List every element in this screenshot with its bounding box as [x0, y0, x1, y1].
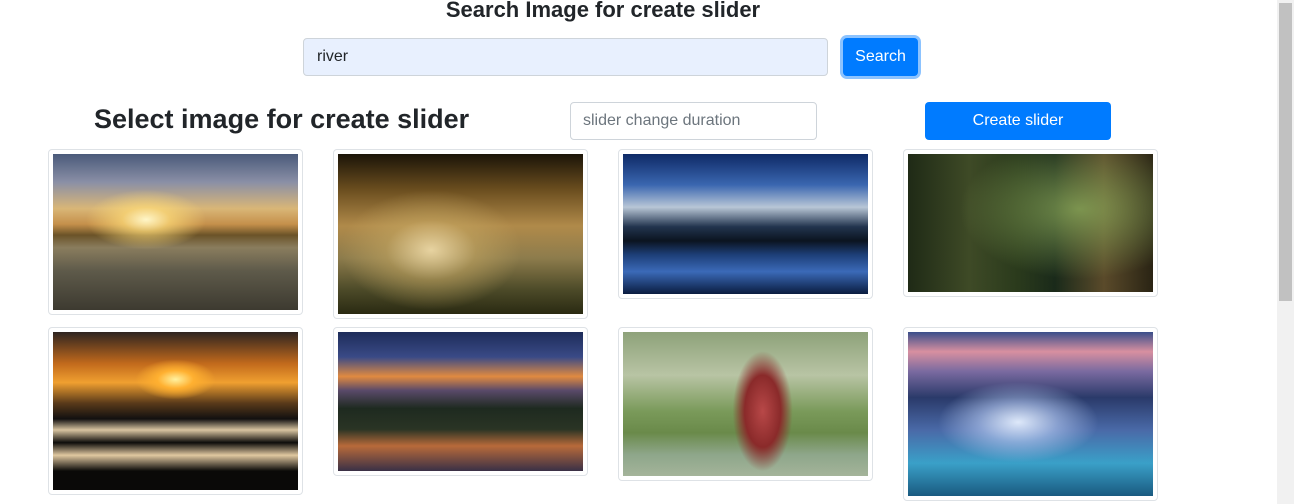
image-thumbnail-3[interactable] [618, 149, 873, 299]
scrollbar-thumb[interactable] [1279, 3, 1292, 301]
image-mountain-river-dusk [338, 332, 583, 471]
image-thumbnail-8[interactable] [903, 327, 1158, 501]
page: Search Image for create slider Search Se… [0, 0, 1294, 504]
create-slider-button[interactable]: Create slider [925, 102, 1111, 140]
duration-input[interactable] [570, 102, 817, 140]
page-title: Search Image for create slider [445, 0, 761, 22]
image-autumn-river [53, 154, 298, 310]
image-woman-in-water [623, 332, 868, 476]
image-waterfall [908, 332, 1153, 496]
image-thumbnail-6[interactable] [333, 327, 588, 476]
image-green-canyon [908, 154, 1153, 292]
image-winding-river-sunrise [53, 332, 298, 490]
search-button[interactable]: Search [843, 38, 918, 76]
image-misty-boat [338, 154, 583, 314]
image-mountain-lake [623, 154, 868, 294]
image-thumbnail-5[interactable] [48, 327, 303, 495]
search-input[interactable] [303, 38, 828, 76]
image-thumbnail-2[interactable] [333, 149, 588, 319]
image-thumbnail-4[interactable] [903, 149, 1158, 297]
image-thumbnail-7[interactable] [618, 327, 873, 481]
image-thumbnail-1[interactable] [48, 149, 303, 315]
gallery-title: Select image for create slider [94, 104, 470, 134]
vertical-scrollbar[interactable] [1277, 0, 1294, 504]
